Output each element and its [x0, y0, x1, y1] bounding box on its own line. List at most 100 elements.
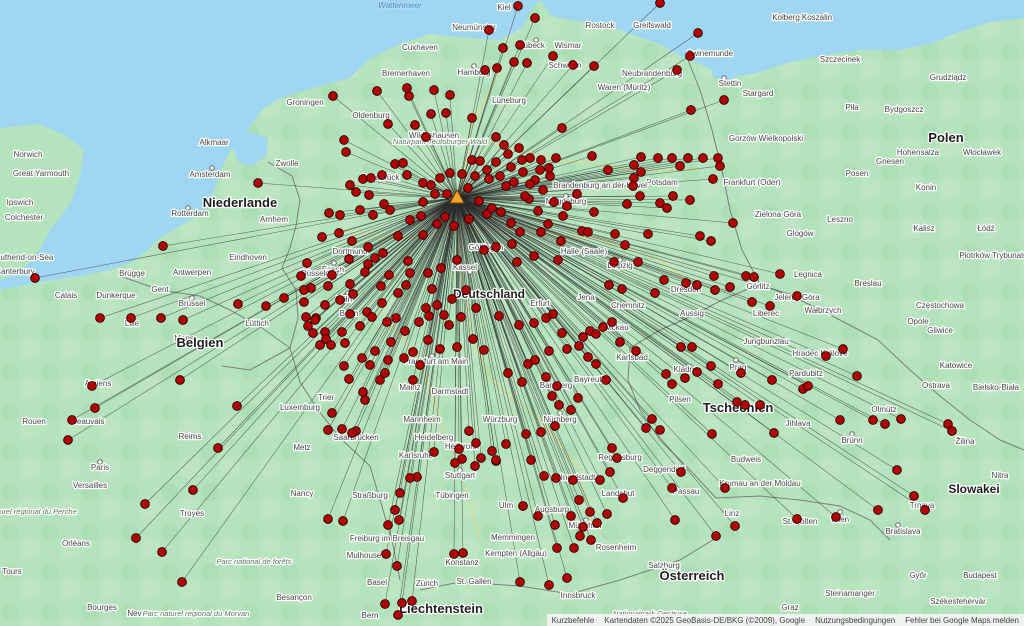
location-marker[interactable]: [384, 270, 394, 280]
location-marker[interactable]: [947, 426, 957, 436]
location-marker[interactable]: [719, 95, 729, 105]
location-marker[interactable]: [376, 281, 386, 291]
location-marker[interactable]: [587, 151, 597, 161]
location-marker[interactable]: [544, 163, 554, 173]
location-marker[interactable]: [506, 162, 516, 172]
location-marker[interactable]: [583, 227, 593, 237]
location-marker[interactable]: [585, 507, 595, 517]
location-marker[interactable]: [544, 580, 554, 590]
location-marker[interactable]: [367, 312, 377, 322]
location-marker[interactable]: [405, 215, 415, 225]
location-marker[interactable]: [296, 271, 306, 281]
terms-link[interactable]: Nutzungsbedingungen: [810, 616, 900, 625]
location-marker[interactable]: [728, 218, 738, 228]
location-marker[interactable]: [557, 328, 567, 338]
location-marker[interactable]: [382, 317, 392, 327]
location-marker[interactable]: [468, 334, 478, 344]
location-marker[interactable]: [404, 91, 414, 101]
location-marker[interactable]: [533, 206, 543, 216]
location-marker[interactable]: [232, 401, 242, 411]
location-marker[interactable]: [835, 415, 845, 425]
location-marker[interactable]: [595, 475, 605, 485]
location-marker[interactable]: [525, 153, 535, 163]
location-marker[interactable]: [515, 577, 525, 587]
location-marker[interactable]: [574, 495, 584, 505]
location-marker[interactable]: [707, 429, 717, 439]
location-marker[interactable]: [562, 573, 572, 583]
location-marker[interactable]: [348, 289, 358, 299]
location-marker[interactable]: [641, 423, 651, 433]
location-marker[interactable]: [484, 174, 494, 184]
location-marker[interactable]: [741, 271, 751, 281]
location-marker[interactable]: [672, 65, 682, 75]
location-marker[interactable]: [909, 491, 919, 501]
location-marker[interactable]: [452, 342, 462, 352]
location-marker[interactable]: [538, 185, 548, 195]
location-marker[interactable]: [589, 207, 599, 217]
location-marker[interactable]: [383, 119, 393, 129]
location-marker[interactable]: [418, 197, 428, 207]
location-marker[interactable]: [603, 165, 613, 175]
location-marker[interactable]: [655, 425, 665, 435]
location-marker[interactable]: [615, 337, 625, 347]
location-marker[interactable]: [402, 83, 412, 93]
location-marker[interactable]: [635, 191, 645, 201]
location-marker[interactable]: [447, 294, 457, 304]
location-marker[interactable]: [339, 361, 349, 371]
location-marker[interactable]: [685, 195, 695, 205]
location-marker[interactable]: [686, 105, 696, 115]
location-marker[interactable]: [517, 377, 527, 387]
location-marker[interactable]: [896, 414, 906, 424]
location-marker[interactable]: [708, 174, 718, 184]
location-marker[interactable]: [344, 374, 354, 384]
location-marker[interactable]: [157, 547, 167, 557]
location-marker[interactable]: [695, 231, 705, 241]
location-marker[interactable]: [736, 368, 746, 378]
location-marker[interactable]: [491, 242, 501, 252]
location-marker[interactable]: [429, 85, 439, 95]
location-marker[interactable]: [421, 303, 431, 313]
report-link[interactable]: Fehler bei Google Maps melden: [900, 616, 1024, 625]
location-marker[interactable]: [499, 140, 509, 150]
location-marker[interactable]: [509, 177, 519, 187]
location-marker[interactable]: [405, 268, 415, 278]
location-marker[interactable]: [430, 189, 440, 199]
location-marker[interactable]: [522, 58, 532, 68]
location-marker[interactable]: [487, 203, 497, 213]
location-marker[interactable]: [550, 421, 560, 431]
location-marker[interactable]: [426, 180, 436, 190]
location-marker[interactable]: [323, 281, 333, 291]
location-marker[interactable]: [631, 346, 641, 356]
location-marker[interactable]: [513, 1, 523, 11]
location-marker[interactable]: [432, 300, 442, 310]
location-marker[interactable]: [401, 280, 411, 290]
location-marker[interactable]: [372, 86, 382, 96]
location-marker[interactable]: [685, 51, 695, 61]
location-marker[interactable]: [418, 230, 428, 240]
location-marker[interactable]: [363, 242, 373, 252]
location-marker[interactable]: [279, 293, 289, 303]
location-marker[interactable]: [591, 359, 601, 369]
location-marker[interactable]: [607, 317, 617, 327]
location-marker[interactable]: [558, 211, 568, 221]
location-marker[interactable]: [324, 208, 334, 218]
location-marker[interactable]: [467, 113, 477, 123]
location-marker[interactable]: [397, 598, 407, 608]
location-marker[interactable]: [358, 174, 368, 184]
location-marker[interactable]: [535, 165, 545, 175]
location-marker[interactable]: [355, 205, 365, 215]
location-marker[interactable]: [335, 295, 345, 305]
location-marker[interactable]: [551, 153, 561, 163]
location-marker[interactable]: [351, 187, 361, 197]
location-marker[interactable]: [498, 43, 508, 53]
location-marker[interactable]: [515, 40, 525, 50]
location-marker[interactable]: [140, 499, 150, 509]
location-marker[interactable]: [629, 173, 639, 183]
location-marker[interactable]: [698, 153, 708, 163]
location-marker[interactable]: [67, 415, 77, 425]
location-marker[interactable]: [464, 214, 474, 224]
location-marker[interactable]: [470, 461, 480, 471]
location-marker[interactable]: [892, 465, 902, 475]
location-marker[interactable]: [747, 297, 757, 307]
location-marker[interactable]: [586, 535, 596, 545]
